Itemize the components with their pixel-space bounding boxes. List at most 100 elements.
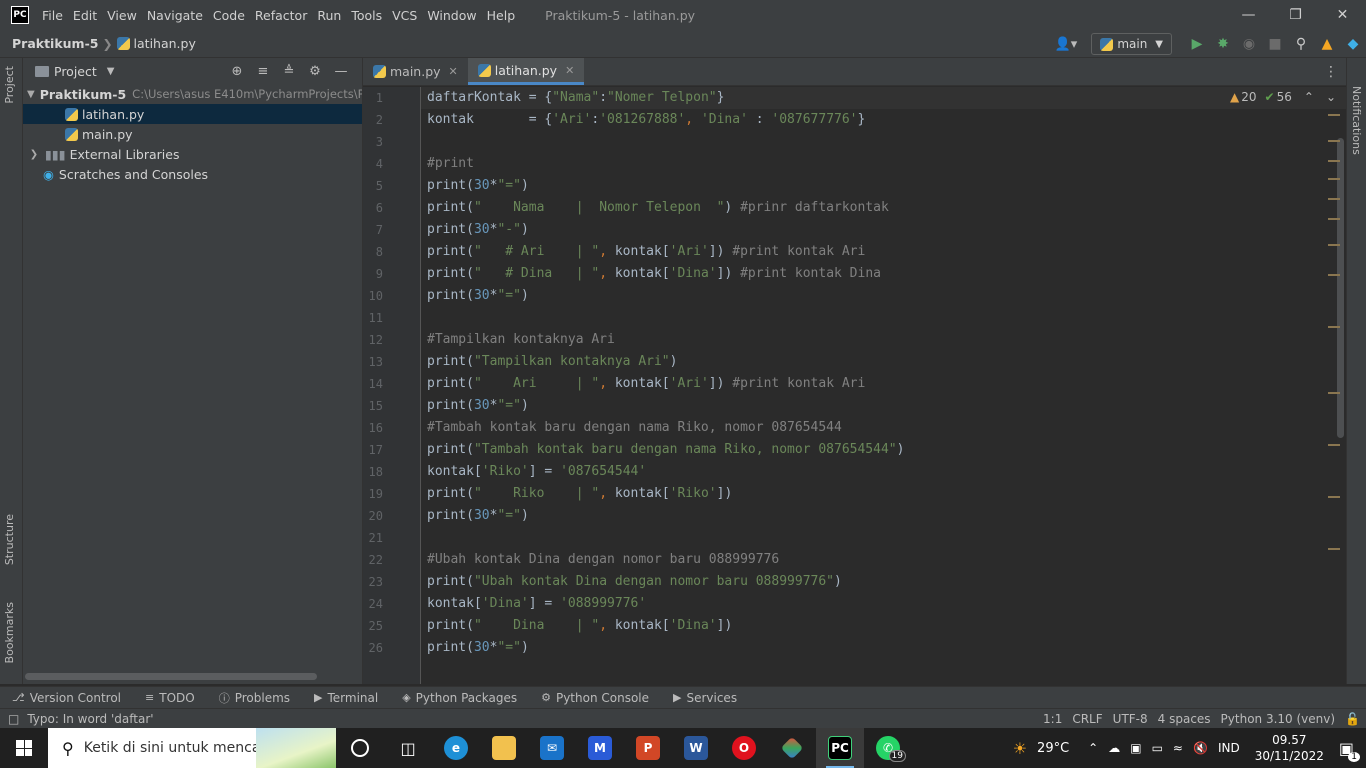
- code-line[interactable]: #Tambah kontak baru dengan nama Riko, no…: [427, 417, 842, 439]
- warning-marker[interactable]: [1328, 140, 1340, 142]
- powerpoint-icon[interactable]: P: [624, 728, 672, 768]
- code-line[interactable]: print(" Nama | Nomor Telepon ") #prinr d…: [427, 197, 889, 219]
- taskbar-search[interactable]: ⚲ Ketik di sini untuk mencari: [48, 728, 336, 768]
- project-panel-title[interactable]: Project: [54, 64, 97, 79]
- line-separator[interactable]: CRLF: [1072, 712, 1102, 726]
- inspection-widget[interactable]: ▲ 20 ✔ 56 ⌃ ⌄: [1230, 90, 1336, 104]
- debug-icon[interactable]: ✸: [1210, 36, 1236, 52]
- pycharm-taskbar-icon[interactable]: PC: [816, 728, 864, 768]
- menu-item-file[interactable]: File: [37, 8, 68, 23]
- menu-item-navigate[interactable]: Navigate: [142, 8, 208, 23]
- clock[interactable]: 09.57 30/11/2022: [1255, 732, 1324, 764]
- search-icon[interactable]: ⚲: [1288, 36, 1314, 52]
- warning-marker[interactable]: [1328, 548, 1340, 550]
- code-line[interactable]: #Ubah kontak Dina dengan nomor baru 0889…: [427, 549, 779, 571]
- tree-external-libraries[interactable]: ❯ ▮▮▮ External Libraries: [23, 144, 362, 164]
- tab-python-console[interactable]: ⚙ Python Console: [529, 691, 661, 705]
- breadcrumb-file[interactable]: latihan.py: [116, 36, 196, 51]
- start-button[interactable]: [0, 728, 48, 768]
- warning-marker[interactable]: [1328, 274, 1340, 276]
- code-line[interactable]: #print: [427, 153, 474, 175]
- coverage-icon[interactable]: ◉: [1236, 36, 1262, 52]
- volume-muted-icon[interactable]: 🔇: [1193, 741, 1208, 755]
- chevron-up-icon[interactable]: ⌃: [1088, 741, 1098, 755]
- tree-scratches[interactable]: ◉ Scratches and Consoles: [23, 164, 362, 184]
- restore-icon[interactable]: ❐: [1272, 0, 1319, 30]
- battery-icon[interactable]: ▭: [1152, 741, 1163, 755]
- tab-terminal[interactable]: ▶ Terminal: [302, 691, 390, 705]
- run-icon[interactable]: ▶: [1184, 36, 1210, 52]
- menu-item-window[interactable]: Window: [422, 8, 481, 23]
- code-line[interactable]: print("Tambah kontak baru dengan nama Ri…: [427, 439, 904, 461]
- tab-main-py[interactable]: main.py ✕: [363, 58, 468, 85]
- tree-file-latihan[interactable]: latihan.py: [23, 104, 362, 124]
- notification-center-icon[interactable]: ▣ 1: [1339, 739, 1360, 762]
- warning-marker[interactable]: [1328, 444, 1340, 446]
- chevron-down-icon[interactable]: ▼: [27, 89, 35, 100]
- code-area[interactable]: daftarKontak = {"Nama":"Nomer Telpon"} ko…: [427, 87, 1316, 684]
- tab-latihan-py[interactable]: latihan.py ✕: [467, 58, 585, 85]
- gear-icon[interactable]: ⚙: [302, 64, 328, 79]
- menu-item-refactor[interactable]: Refactor: [250, 8, 312, 23]
- math-app-icon[interactable]: M: [576, 728, 624, 768]
- stop-icon[interactable]: ■: [1262, 36, 1288, 52]
- collapse-all-icon[interactable]: ≜: [276, 64, 302, 79]
- whatsapp-icon[interactable]: ✆ 19: [864, 728, 912, 768]
- code-line[interactable]: print(30*"="): [427, 175, 529, 197]
- tab-todo[interactable]: ≡ TODO: [133, 691, 207, 705]
- tab-services[interactable]: ▶ Services: [661, 691, 749, 705]
- chevron-down-icon[interactable]: ⌄: [1326, 90, 1336, 104]
- warning-marker[interactable]: [1328, 160, 1340, 162]
- tree-file-main[interactable]: main.py: [23, 124, 362, 144]
- status-panel-icon[interactable]: □: [8, 712, 19, 726]
- pycharm-logo-icon[interactable]: PC: [11, 6, 29, 24]
- close-icon[interactable]: ✕: [1319, 0, 1366, 30]
- code-line[interactable]: kontak['Dina'] = '088999776': [427, 593, 646, 615]
- tab-python-packages[interactable]: ◈ Python Packages: [390, 691, 529, 705]
- warning-marker[interactable]: [1328, 244, 1340, 246]
- code-line[interactable]: print(30*"="): [427, 285, 529, 307]
- onedrive-icon[interactable]: ☁: [1108, 741, 1120, 755]
- opera-icon[interactable]: O: [720, 728, 768, 768]
- warning-marker[interactable]: [1328, 218, 1340, 220]
- tab-version-control[interactable]: ⎇ Version Control: [0, 691, 133, 705]
- locate-file-icon[interactable]: ⊕: [224, 64, 250, 79]
- close-icon[interactable]: ✕: [449, 65, 458, 78]
- file-encoding[interactable]: UTF-8: [1113, 712, 1148, 726]
- project-tool-tab[interactable]: Project: [3, 66, 16, 104]
- chevron-down-icon[interactable]: ▼: [107, 66, 115, 77]
- code-line[interactable]: print(" # Ari | ", kontak['Ari']) #print…: [427, 241, 865, 263]
- tree-root[interactable]: ▼ Praktikum-5 C:\Users\asus E410m\Pychar…: [23, 84, 362, 104]
- menu-item-edit[interactable]: Edit: [68, 8, 102, 23]
- menu-item-view[interactable]: View: [102, 8, 142, 23]
- code-line[interactable]: daftarKontak = {"Nama":"Nomer Telpon"}: [427, 87, 724, 109]
- weather-icon[interactable]: ☀: [1013, 739, 1027, 758]
- menu-item-run[interactable]: Run: [312, 8, 346, 23]
- update-icon[interactable]: ▲: [1314, 36, 1340, 52]
- code-line[interactable]: print(30*"-"): [427, 219, 529, 241]
- code-line[interactable]: print(" # Dina | ", kontak['Dina']) #pri…: [427, 263, 881, 285]
- tab-problems[interactable]: ⓘ Problems: [207, 690, 302, 706]
- cortana-icon[interactable]: [336, 728, 384, 768]
- mail-icon[interactable]: ✉: [528, 728, 576, 768]
- menu-item-code[interactable]: Code: [208, 8, 250, 23]
- code-line[interactable]: print(" Ari | ", kontak['Ari']) #print k…: [427, 373, 865, 395]
- user-icon[interactable]: 👤▾: [1055, 37, 1078, 52]
- code-line[interactable]: print("Ubah kontak Dina dengan nomor bar…: [427, 571, 842, 593]
- code-line[interactable]: print(30*"="): [427, 637, 529, 659]
- chevron-right-icon[interactable]: ❯: [27, 149, 41, 160]
- warning-marker[interactable]: [1328, 178, 1340, 180]
- lock-icon[interactable]: 🔓: [1345, 712, 1360, 726]
- language-indicator[interactable]: IND: [1218, 741, 1240, 755]
- code-with-me-icon[interactable]: ◆: [1340, 36, 1366, 52]
- task-view-icon[interactable]: ◫: [384, 728, 432, 768]
- menu-item-help[interactable]: Help: [482, 8, 521, 23]
- app-diamond-icon[interactable]: [768, 728, 816, 768]
- warning-marker[interactable]: [1328, 326, 1340, 328]
- code-line[interactable]: kontak = {'Ari':'081267888', 'Dina' : '0…: [427, 109, 865, 131]
- minimize-icon[interactable]: —: [1225, 0, 1272, 30]
- notifications-tool-tab[interactable]: Notifications: [1350, 86, 1363, 155]
- close-icon[interactable]: ✕: [565, 64, 574, 77]
- word-icon[interactable]: W: [672, 728, 720, 768]
- weather-temperature[interactable]: 29°C: [1037, 741, 1069, 756]
